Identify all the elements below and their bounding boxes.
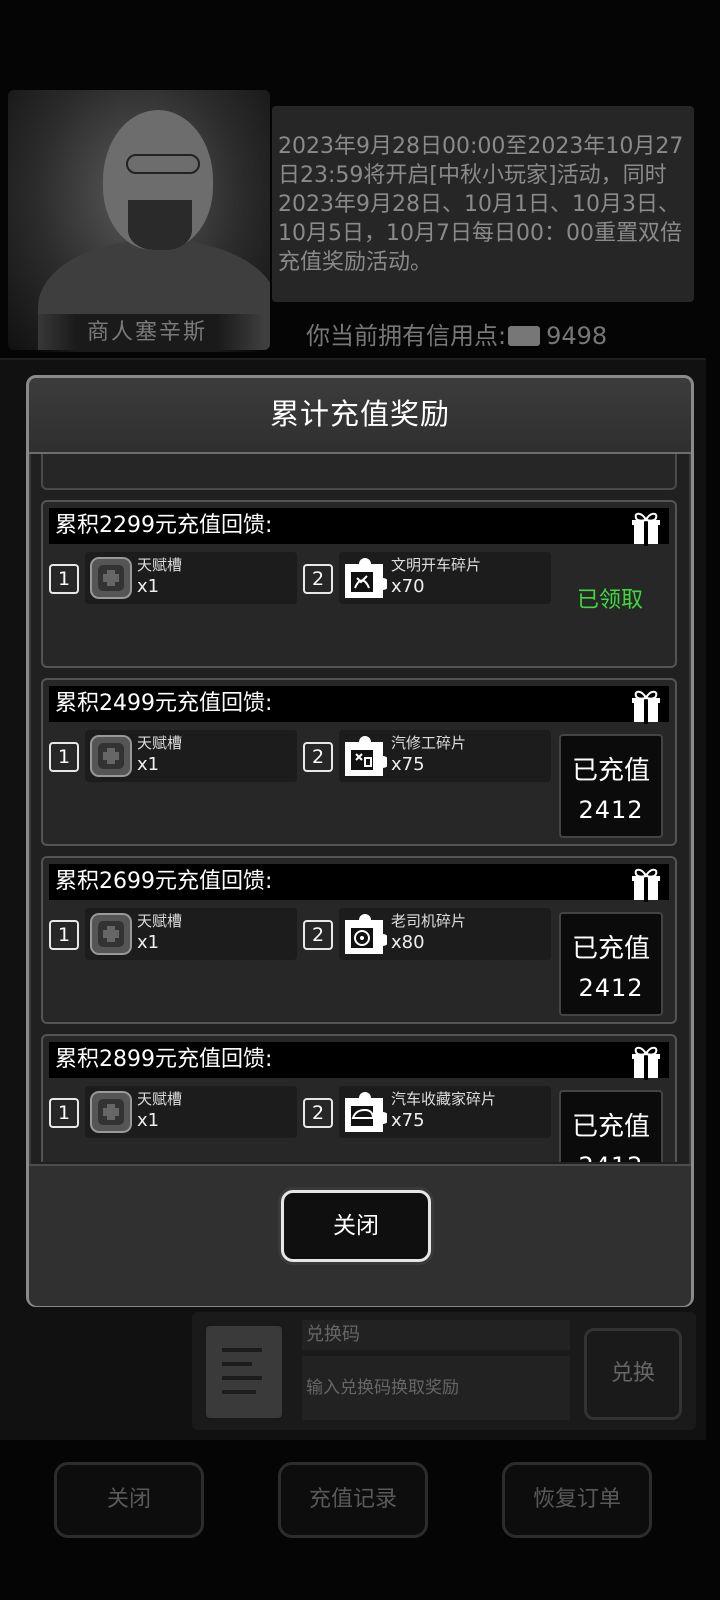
shop-close-button[interactable]: 关闭: [54, 1462, 204, 1538]
talent-slot-icon: [90, 1091, 132, 1133]
gift-icon: [632, 512, 660, 546]
item-name: 文明开车碎片: [391, 556, 482, 574]
slot-number: 2: [303, 564, 333, 594]
item-name: 汽修工碎片: [391, 734, 467, 752]
slot-number: 2: [303, 1098, 333, 1128]
item-name: 汽车收藏家碎片: [391, 1090, 497, 1108]
talent-slot-icon: [90, 735, 132, 777]
recharged-value: 2412: [578, 796, 644, 824]
credits-value: 9498: [546, 322, 608, 350]
puzzle-piece-icon: [345, 914, 387, 954]
tier-title-text: 累积2899元充值回馈:: [55, 1047, 273, 1072]
reward-slot[interactable]: 1 天赋槽 x1: [49, 552, 297, 604]
item-count: x80: [391, 932, 425, 953]
item-count: x70: [391, 576, 425, 597]
reward-tier: 累积2499元充值回馈: 1 天赋槽 x1 2 汽修工碎片 x75 已充值 24…: [41, 678, 677, 846]
credits-label: 你当前拥有信用点:: [306, 322, 507, 350]
credit-card-icon: [508, 326, 541, 346]
talent-slot-icon: [90, 557, 132, 599]
reward-slot[interactable]: 2 文明开车碎片 x70: [303, 552, 551, 604]
tier-title-text: 累积2299元充值回馈:: [55, 513, 273, 538]
item-count: x75: [391, 754, 425, 775]
merchant-name: 商人塞辛斯: [30, 314, 264, 352]
reward-slot[interactable]: 1 天赋槽 x1: [49, 908, 297, 960]
modal-footer: 关闭: [29, 1164, 691, 1306]
item-name: 天赋槽: [137, 912, 183, 930]
slot-number: 1: [49, 1098, 79, 1128]
reward-tier: 累积2899元充值回馈: 1 天赋槽 x1 2 汽车收藏家碎片 x75 已充值: [41, 1034, 677, 1162]
item-name: 天赋槽: [137, 556, 183, 574]
reward-tier-list[interactable]: 累积2299元充值回馈: 1 天赋槽 x1 2 文明开车碎片 x70 已领取 累…: [37, 454, 683, 1162]
reward-slot[interactable]: 1 天赋槽 x1: [49, 1086, 297, 1138]
item-count: x1: [137, 1110, 160, 1131]
credits-display: 你当前拥有信用点: 9498: [306, 316, 607, 351]
item-count: x75: [391, 1110, 425, 1131]
redeem-code-label: 兑换码: [302, 1320, 570, 1350]
tier-title: 累积2299元充值回馈:: [49, 508, 669, 546]
reward-slot[interactable]: 1 天赋槽 x1: [49, 730, 297, 782]
merchant-portrait: [8, 90, 270, 350]
puzzle-piece-icon: [345, 558, 387, 598]
tier-title: 累积2499元充值回馈:: [49, 686, 669, 724]
claimed-status: 已领取: [577, 588, 644, 613]
recharged-value: 2412: [561, 1152, 661, 1162]
slot-number: 1: [49, 564, 79, 594]
recharged-value: 2412: [578, 974, 644, 1002]
redeem-code-panel: 兑换码 输入兑换码换取奖励 兑换: [192, 1312, 696, 1430]
restore-order-button[interactable]: 恢复订单: [502, 1462, 652, 1538]
recharge-history-button[interactable]: 充值记录: [278, 1462, 428, 1538]
item-name: 老司机碎片: [391, 912, 467, 930]
redeem-button[interactable]: 兑换: [584, 1328, 682, 1420]
scroll-icon: [206, 1326, 282, 1418]
recharged-label: 已充值: [571, 1112, 650, 1142]
reward-tier: 累积2299元充值回馈: 1 天赋槽 x1 2 文明开车碎片 x70 已领取: [41, 500, 677, 668]
talent-slot-icon: [90, 913, 132, 955]
slot-number: 2: [303, 742, 333, 772]
reward-slot[interactable]: 2 汽车收藏家碎片 x75: [303, 1086, 551, 1138]
slot-number: 1: [49, 920, 79, 950]
reward-tier: 累积2699元充值回馈: 1 天赋槽 x1 2 老司机碎片 x80 已充值 24…: [41, 856, 677, 1024]
slot-number: 2: [303, 920, 333, 950]
item-count: x1: [137, 754, 160, 775]
recharged-amount-box: 已充值 2412: [559, 1090, 663, 1162]
item-name: 天赋槽: [137, 1090, 183, 1108]
slot-number: 1: [49, 742, 79, 772]
reward-slot[interactable]: 2 老司机碎片 x80: [303, 908, 551, 960]
tier-title-text: 累积2499元充值回馈:: [55, 691, 273, 716]
recharged-label: 已充值: [571, 934, 650, 964]
recharged-amount-box: 已充值 2412: [559, 912, 663, 1016]
redeem-code-input[interactable]: 输入兑换码换取奖励: [302, 1356, 570, 1420]
puzzle-piece-icon: [345, 1092, 387, 1132]
reward-slot[interactable]: 2 汽修工碎片 x75: [303, 730, 551, 782]
gift-icon: [632, 1046, 660, 1080]
tier-title-text: 累积2699元充值回馈:: [55, 869, 273, 894]
gift-icon: [632, 868, 660, 902]
gift-icon: [632, 690, 660, 724]
item-count: x1: [137, 576, 160, 597]
modal-close-button[interactable]: 关闭: [281, 1190, 431, 1262]
modal-title: 累计充值奖励: [29, 378, 691, 454]
previous-tier-stub: [41, 454, 677, 490]
tier-title: 累积2699元充值回馈:: [49, 864, 669, 902]
cumulative-recharge-modal: 累计充值奖励 累积2299元充值回馈: 1 天赋槽 x1 2 文明开车碎片 x7…: [26, 375, 694, 1307]
event-announcement: 2023年9月28日00:00至2023年10月27日23:59将开启[中秋小玩…: [272, 106, 694, 302]
puzzle-piece-icon: [345, 736, 387, 776]
item-count: x1: [137, 932, 160, 953]
tier-title: 累积2899元充值回馈:: [49, 1042, 669, 1080]
recharged-amount-box: 已充值 2412: [559, 734, 663, 838]
bottom-button-bar: 关闭 充值记录 恢复订单: [0, 1462, 720, 1542]
recharged-label: 已充值: [571, 756, 650, 786]
item-name: 天赋槽: [137, 734, 183, 752]
